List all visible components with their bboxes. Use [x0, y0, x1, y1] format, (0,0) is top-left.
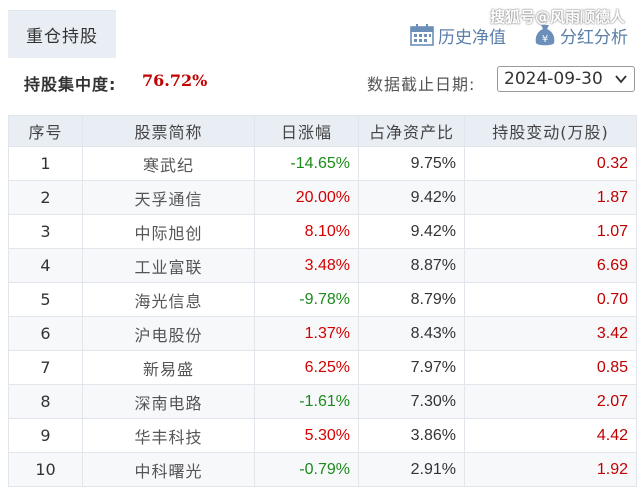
header-index: 序号 — [8, 115, 83, 147]
header-net-asset-ratio: 占净资产比 — [358, 115, 465, 147]
table-row[interactable]: 3 中际旭创 8.10% 9.42% 1.07 — [8, 214, 637, 249]
row-daily-change: 6.25% — [254, 350, 359, 385]
row-stock-name[interactable]: 工业富联 — [82, 248, 255, 283]
row-daily-change: -0.79% — [254, 452, 359, 487]
row-net-asset-ratio: 7.30% — [358, 384, 465, 419]
row-index: 10 — [8, 452, 83, 487]
row-stock-name[interactable]: 天孚通信 — [82, 180, 255, 215]
table-row[interactable]: 1 寒武纪 -14.65% 9.75% 0.32 — [8, 146, 637, 181]
row-index: 4 — [8, 248, 83, 283]
table-header-row: 序号 股票简称 日涨幅 占净资产比 持股变动(万股) — [8, 115, 637, 147]
row-stock-name[interactable]: 新易盛 — [82, 350, 255, 385]
top-bar: 重仓持股 搜狐号@风雨顺德人 历史净值 ¥ 分红分析 — [0, 0, 644, 58]
history-nav-label: 历史净值 — [438, 27, 506, 48]
row-holding-change: 0.32 — [464, 146, 637, 181]
row-index: 2 — [8, 180, 83, 215]
row-holding-change: 2.07 — [464, 384, 637, 419]
row-stock-name[interactable]: 华丰科技 — [82, 418, 255, 453]
row-net-asset-ratio: 9.42% — [358, 180, 465, 215]
row-net-asset-ratio: 9.75% — [358, 146, 465, 181]
table-row[interactable]: 9 华丰科技 5.30% 3.86% 4.42 — [8, 418, 637, 453]
row-stock-name[interactable]: 中科曙光 — [82, 452, 255, 487]
row-stock-name[interactable]: 海光信息 — [82, 282, 255, 317]
history-nav-button[interactable]: 历史净值 — [410, 22, 506, 48]
deadline-date-value: 2024-09-30 — [504, 69, 603, 89]
row-net-asset-ratio: 2.91% — [358, 452, 465, 487]
deadline-date-select[interactable]: 2024-09-30 — [497, 66, 635, 92]
dividend-nav-button[interactable]: ¥ 分红分析 — [534, 22, 628, 48]
row-holding-change: 6.69 — [464, 248, 637, 283]
row-net-asset-ratio: 8.79% — [358, 282, 465, 317]
row-net-asset-ratio: 3.86% — [358, 418, 465, 453]
row-index: 6 — [8, 316, 83, 351]
row-daily-change: 20.00% — [254, 180, 359, 215]
row-daily-change: 8.10% — [254, 214, 359, 249]
row-daily-change: 1.37% — [254, 316, 359, 351]
table-row[interactable]: 5 海光信息 -9.78% 8.79% 0.70 — [8, 282, 637, 317]
row-holding-change: 0.85 — [464, 350, 637, 385]
calendar-icon — [410, 24, 434, 46]
row-daily-change: 5.30% — [254, 418, 359, 453]
concentration-label: 持股集中度: — [24, 75, 117, 94]
row-daily-change: 3.48% — [254, 248, 359, 283]
row-stock-name[interactable]: 寒武纪 — [82, 146, 255, 181]
row-daily-change: -1.61% — [254, 384, 359, 419]
holdings-table: 序号 股票简称 日涨幅 占净资产比 持股变动(万股) 1 寒武纪 -14.65% 9.… — [8, 115, 637, 487]
row-stock-name[interactable]: 深南电路 — [82, 384, 255, 419]
row-index: 3 — [8, 214, 83, 249]
table-row[interactable]: 10 中科曙光 -0.79% 2.91% 1.92 — [8, 452, 637, 487]
row-net-asset-ratio: 7.97% — [358, 350, 465, 385]
table-row[interactable]: 6 沪电股份 1.37% 8.43% 3.42 — [8, 316, 637, 351]
row-holding-change: 1.87 — [464, 180, 637, 215]
row-stock-name[interactable]: 沪电股份 — [82, 316, 255, 351]
tab-label: 重仓持股 — [26, 27, 98, 47]
dividend-nav-label: 分红分析 — [560, 27, 628, 48]
tab-top-holdings[interactable]: 重仓持股 — [8, 10, 116, 58]
row-net-asset-ratio: 8.87% — [358, 248, 465, 283]
row-net-asset-ratio: 9.42% — [358, 214, 465, 249]
row-stock-name[interactable]: 中际旭创 — [82, 214, 255, 249]
row-index: 7 — [8, 350, 83, 385]
row-holding-change: 0.70 — [464, 282, 637, 317]
row-daily-change: -9.78% — [254, 282, 359, 317]
row-daily-change: -14.65% — [254, 146, 359, 181]
header-holding-change: 持股变动(万股) — [464, 115, 637, 147]
chevron-down-icon — [615, 75, 627, 84]
table-row[interactable]: 2 天孚通信 20.00% 9.42% 1.87 — [8, 180, 637, 215]
table-row[interactable]: 7 新易盛 6.25% 7.97% 0.85 — [8, 350, 637, 385]
row-holding-change: 1.07 — [464, 214, 637, 249]
table-row[interactable]: 4 工业富联 3.48% 8.87% 6.69 — [8, 248, 637, 283]
row-net-asset-ratio: 8.43% — [358, 316, 465, 351]
concentration-value: 76.72% — [142, 71, 208, 90]
money-bag-icon: ¥ — [535, 25, 555, 46]
table-body: 1 寒武纪 -14.65% 9.75% 0.32 2 天孚通信 20.00% 9.42% 1.87… — [8, 146, 637, 487]
row-holding-change: 1.92 — [464, 452, 637, 487]
row-index: 8 — [8, 384, 83, 419]
header-daily-change: 日涨幅 — [254, 115, 359, 147]
row-index: 5 — [8, 282, 83, 317]
row-holding-change: 3.42 — [464, 316, 637, 351]
table-row[interactable]: 8 深南电路 -1.61% 7.30% 2.07 — [8, 384, 637, 419]
row-index: 1 — [8, 146, 83, 181]
row-holding-change: 4.42 — [464, 418, 637, 453]
header-stock-name: 股票简称 — [82, 115, 255, 147]
deadline-label: 数据截止日期: — [367, 75, 476, 94]
row-index: 9 — [8, 418, 83, 453]
svg-text:¥: ¥ — [542, 34, 548, 45]
